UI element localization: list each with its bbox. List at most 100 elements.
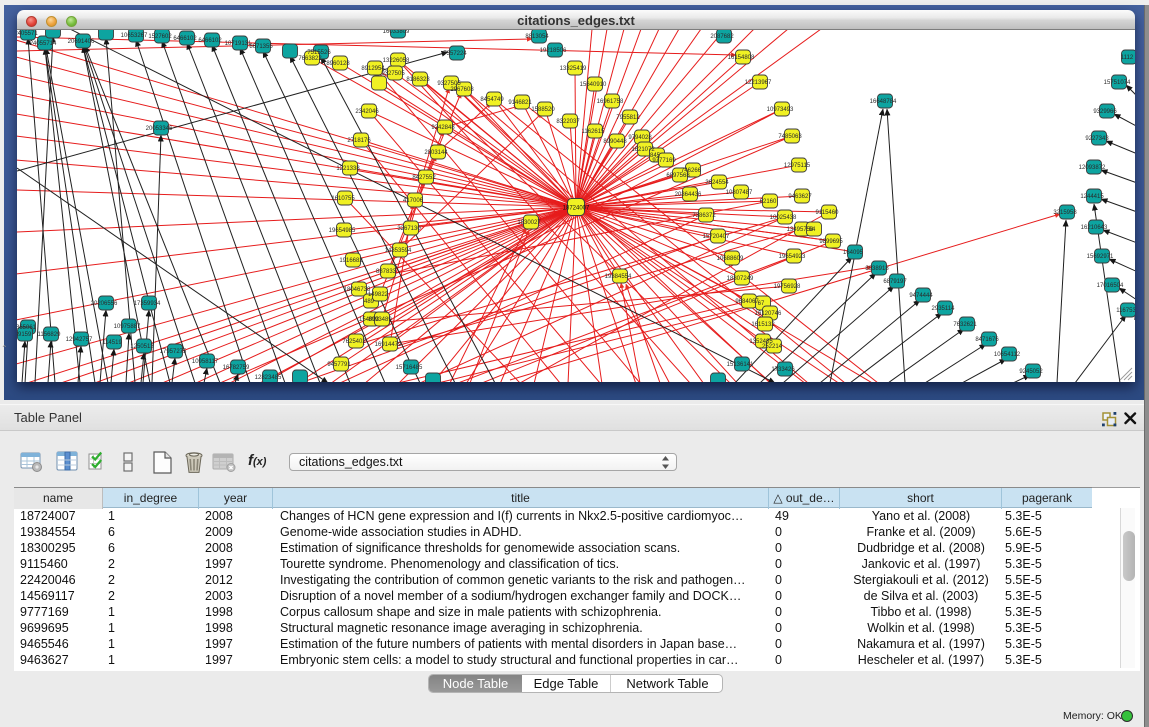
svg-text:8322037: 8322037	[556, 119, 580, 125]
svg-text:12975115: 12975115	[784, 163, 811, 169]
svg-text:16154808: 16154808	[728, 55, 755, 61]
svg-text:16914479: 16914479	[375, 342, 402, 348]
svg-text:13325419: 13325419	[560, 66, 587, 72]
svg-text:3624554: 3624554	[705, 180, 729, 186]
svg-text:2935114: 2935114	[932, 306, 956, 312]
svg-text:6466102: 6466102	[173, 36, 197, 42]
svg-text:9899695: 9899695	[819, 239, 843, 245]
svg-text:10719131: 10719131	[225, 41, 252, 47]
svg-text:17016504: 17016504	[1097, 283, 1124, 289]
svg-text:13226058: 13226058	[383, 58, 410, 64]
svg-text:417006: 417006	[403, 198, 424, 204]
svg-text:6897568: 6897568	[666, 173, 690, 179]
svg-text:8186323: 8186323	[406, 77, 430, 83]
svg-text:7632621: 7632621	[953, 322, 977, 328]
svg-text:2087682: 2087682	[710, 34, 734, 40]
svg-text:9327505: 9327505	[381, 71, 405, 77]
svg-text:12093872: 12093872	[1079, 165, 1106, 171]
svg-text:1610755: 1610755	[331, 196, 355, 202]
svg-text:12213967: 12213967	[745, 80, 772, 86]
svg-text:19384554: 19384554	[605, 274, 632, 280]
svg-text:10025438: 10025438	[770, 215, 797, 221]
svg-text:62160: 62160	[760, 199, 777, 205]
svg-text:8813054: 8813054	[525, 34, 549, 40]
svg-text:8471676: 8471676	[975, 337, 999, 343]
svg-text:16033809: 16033809	[383, 30, 410, 35]
svg-text:2405571: 2405571	[17, 31, 38, 37]
svg-text:20206556: 20206556	[91, 301, 118, 307]
svg-text:2718176: 2718176	[347, 138, 371, 144]
svg-text:9115460: 9115460	[816, 210, 840, 216]
svg-text:15640910: 15640910	[580, 82, 607, 88]
svg-text:17359934: 17359934	[134, 301, 161, 307]
svg-text:12942757: 12942757	[66, 337, 93, 343]
svg-text:10958117: 10958117	[192, 359, 219, 365]
svg-text:7663822: 7663822	[298, 56, 322, 62]
svg-text:18807249: 18807249	[727, 276, 754, 282]
svg-text:164095: 164095	[843, 250, 864, 256]
svg-text:2803144: 2803144	[424, 150, 448, 156]
svg-text:7485063: 7485063	[778, 134, 802, 140]
svg-text:1615132: 1615132	[751, 322, 775, 328]
svg-text:8093489: 8093489	[368, 317, 392, 323]
svg-text:9474444: 9474444	[909, 293, 933, 299]
svg-text:39159: 39159	[17, 332, 32, 338]
svg-text:16782759: 16782759	[223, 365, 250, 371]
svg-text:8960128: 8960128	[326, 61, 350, 67]
svg-text:116753: 116753	[1116, 308, 1135, 314]
svg-text:19654985: 19654985	[329, 228, 356, 234]
svg-text:64: 64	[809, 227, 816, 233]
svg-text:8990448: 8990448	[603, 139, 627, 145]
svg-text:1250513: 1250513	[130, 344, 154, 350]
svg-text:8938918: 8938918	[865, 266, 889, 272]
svg-text:9227343: 9227343	[1085, 136, 1109, 142]
svg-text:19218506: 19218506	[540, 48, 567, 54]
svg-text:9777169: 9777169	[652, 158, 676, 164]
svg-text:7625402: 7625402	[342, 339, 366, 345]
svg-text:2967608: 2967608	[450, 87, 474, 93]
svg-text:67: 67	[758, 301, 765, 307]
svg-text:17957275: 17957275	[160, 349, 187, 355]
svg-text:887833: 887833	[376, 269, 397, 275]
svg-text:14353594: 14353594	[385, 248, 412, 254]
svg-text:15692971: 15692971	[1087, 254, 1114, 260]
svg-text:9684067: 9684067	[735, 299, 759, 305]
svg-text:9329966: 9329966	[1093, 109, 1117, 115]
svg-text:15720407: 15720407	[703, 234, 730, 240]
svg-text:16120746: 16120746	[755, 311, 782, 317]
svg-text:20053346: 20053346	[146, 126, 173, 132]
svg-text:1156829: 1156829	[38, 332, 62, 338]
svg-text:1244415: 1244415	[1080, 194, 1104, 200]
svg-text:1221338: 1221338	[336, 166, 360, 172]
svg-text:10973493: 10973493	[767, 107, 794, 113]
svg-text:8454749: 8454749	[480, 97, 504, 103]
svg-text:19654923: 19654923	[779, 254, 806, 260]
svg-text:3215958: 3215958	[1053, 210, 1077, 216]
svg-text:7357224: 7357224	[443, 51, 467, 57]
svg-text:1830027: 1830027	[517, 220, 541, 226]
svg-text:10653267: 10653267	[121, 33, 148, 39]
svg-text:9794028: 9794028	[628, 135, 652, 141]
svg-text:20364436: 20364436	[675, 192, 702, 198]
svg-text:3267130: 3267130	[397, 226, 421, 232]
svg-text:7386372: 7386372	[692, 213, 716, 219]
svg-text:114519: 114519	[102, 340, 122, 346]
svg-text:18046738: 18046738	[344, 287, 371, 293]
svg-text:16210643: 16210643	[1081, 225, 1108, 231]
svg-text:15751074: 15751074	[1104, 80, 1131, 86]
svg-text:10688609: 10688609	[717, 256, 744, 262]
svg-text:10975887: 10975887	[114, 324, 141, 330]
svg-text:1527602: 1527602	[148, 34, 172, 40]
svg-text:149822: 149822	[368, 292, 389, 298]
svg-text:489: 489	[364, 299, 375, 305]
svg-text:20691406: 20691406	[68, 39, 95, 45]
svg-text:19756928: 19756928	[774, 284, 801, 290]
svg-text:18724007: 18724007	[563, 206, 590, 212]
svg-text:24055714: 24055714	[30, 41, 57, 47]
svg-text:1733426: 1733426	[771, 367, 795, 373]
svg-text:8671355: 8671355	[249, 44, 273, 50]
svg-text:7955812: 7955812	[616, 115, 640, 121]
svg-text:865061: 865061	[17, 325, 37, 331]
svg-text:15136141: 15136141	[727, 362, 754, 368]
svg-text:12823485: 12823485	[255, 375, 282, 381]
